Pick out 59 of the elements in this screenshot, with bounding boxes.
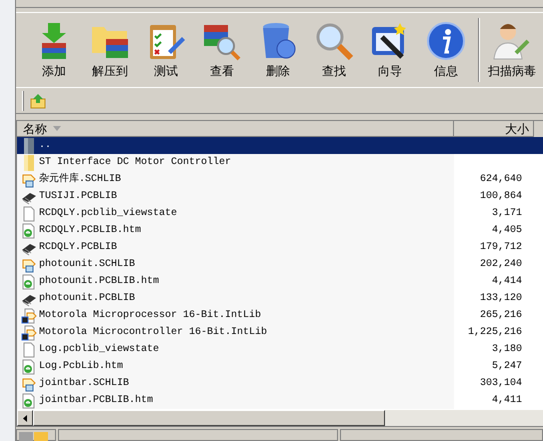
folder-icon bbox=[34, 432, 48, 441]
file-size: 179,712 bbox=[480, 241, 522, 255]
file-size: 1,225,216 bbox=[468, 326, 522, 340]
file-size: 4,411 bbox=[492, 394, 522, 408]
integrated-library-icon bbox=[21, 324, 37, 340]
file-size: 133,120 bbox=[480, 292, 522, 306]
file-size: 202,240 bbox=[480, 258, 522, 272]
web-document-icon bbox=[21, 392, 37, 408]
file-name: Log.PcbLib.htm bbox=[39, 360, 124, 374]
left-arrow-icon bbox=[23, 414, 27, 422]
file-name: TUSIJI.PCBLIB bbox=[39, 190, 118, 204]
schematic-library-icon bbox=[21, 256, 37, 272]
file-size: 303,104 bbox=[480, 377, 522, 391]
file-name: RCDQLY.PCBLIB.htm bbox=[39, 224, 142, 238]
toolbar-button[interactable]: 向导 bbox=[362, 14, 418, 86]
file-name: 杂元件库.SCHLIB bbox=[39, 172, 122, 187]
magnifier-icon bbox=[314, 20, 354, 60]
toolbar-button[interactable]: 解压到 bbox=[82, 14, 138, 86]
file-size: 3,180 bbox=[492, 343, 522, 357]
web-document-icon bbox=[21, 222, 37, 238]
toolbar-button[interactable]: 查找 bbox=[306, 14, 362, 86]
folder-icon bbox=[21, 138, 37, 154]
toolbar-button[interactable]: 信息 bbox=[418, 14, 474, 86]
schematic-library-icon bbox=[21, 376, 37, 392]
file-name: Motorola Microcontroller 16-Bit.IntLib bbox=[39, 326, 268, 340]
integrated-library-icon bbox=[21, 308, 37, 324]
file-name: RCDQLY.PCBLIB bbox=[39, 241, 118, 255]
drive-icon bbox=[19, 432, 33, 441]
toolbar-button[interactable]: 删除 bbox=[250, 14, 306, 86]
file-row[interactable]: .. bbox=[17, 137, 543, 154]
file-name: photounit.SCHLIB bbox=[39, 258, 136, 272]
file-name: Motorola Microprocessor 16-Bit.IntLib bbox=[39, 308, 262, 323]
file-size: 4,405 bbox=[492, 224, 522, 238]
schematic-library-icon bbox=[21, 172, 37, 188]
scrollbar-thumb[interactable] bbox=[33, 410, 385, 426]
file-size: 624,640 bbox=[480, 173, 522, 187]
scroll-left-button[interactable] bbox=[17, 410, 33, 426]
file-size: 100,864 bbox=[480, 190, 522, 204]
file-name: photounit.PCBLIB bbox=[39, 292, 136, 306]
file-name: .. bbox=[39, 139, 52, 153]
toolbar-button[interactable]: 查看 bbox=[194, 14, 250, 86]
toolbar-button[interactable]: 测试 bbox=[138, 14, 194, 86]
file-name: Log.pcblib_viewstate bbox=[39, 342, 160, 357]
file-name: jointbar.PCBLIB.htm bbox=[39, 394, 154, 408]
file-name: jointbar.SCHLIB bbox=[39, 376, 130, 391]
toolbar-button[interactable]: 扫描病毒 bbox=[484, 14, 540, 86]
file-name: photounit.PCBLIB.htm bbox=[39, 274, 160, 289]
web-document-icon bbox=[21, 274, 37, 290]
file-size: 4,414 bbox=[492, 275, 522, 289]
info-icon bbox=[426, 20, 466, 60]
file-name: ST Interface DC Motor Controller bbox=[39, 156, 232, 170]
file-size: 265,216 bbox=[480, 309, 522, 323]
web-document-icon bbox=[21, 358, 37, 374]
file-size: 5,247 bbox=[492, 360, 522, 374]
sort-arrow-icon bbox=[53, 126, 61, 131]
folder-icon bbox=[21, 154, 37, 170]
file-size: 3,171 bbox=[492, 207, 522, 221]
toolbar-button[interactable]: 添加 bbox=[26, 14, 82, 86]
file-name: RCDQLY.pcblib_viewstate bbox=[39, 206, 178, 221]
